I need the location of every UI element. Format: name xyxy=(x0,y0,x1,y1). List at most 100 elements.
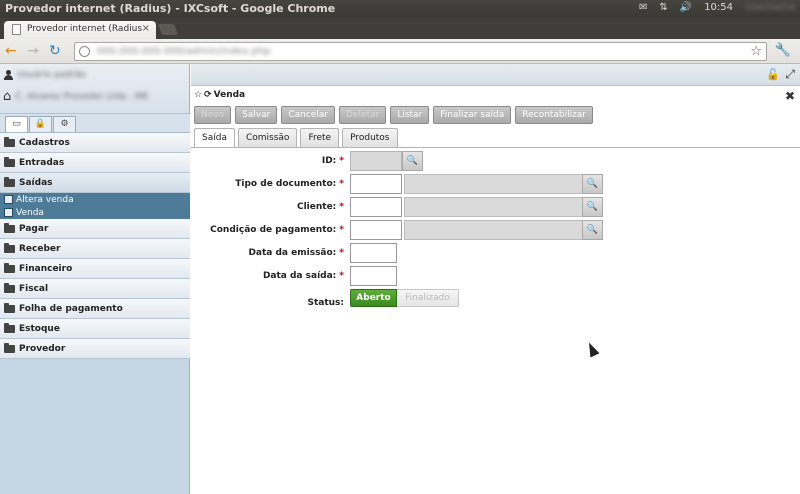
sidebar-item-pagar[interactable]: Pagar xyxy=(0,219,190,239)
tab-frete[interactable]: Frete xyxy=(300,128,340,147)
settings-tab-icon[interactable]: ⚙ xyxy=(53,116,76,132)
system-tray: ✉ ⇅ 🔊 10:54 Username xyxy=(639,2,796,13)
user-name: Usuário padrão xyxy=(17,70,86,80)
deletar-button[interactable]: Deletar xyxy=(339,106,387,124)
sidebar: Usuário padrão ⌂ C. Alvarez Provedor Ltd… xyxy=(0,64,190,494)
user-icon xyxy=(4,70,13,80)
main-top-bar: 🔓 ⤢ xyxy=(191,64,800,86)
back-button[interactable]: ← xyxy=(5,43,17,59)
sidebar-item-provedor[interactable]: Provedor xyxy=(0,339,190,359)
data-emissao-input[interactable] xyxy=(350,243,397,263)
finalizar-saida-button[interactable]: Finalizar saída xyxy=(433,106,512,124)
folder-icon xyxy=(4,136,15,147)
address-bar[interactable]: 000.000.000.000/admin/index.php ☆ xyxy=(74,42,767,61)
wrench-menu-icon[interactable]: 🔧 xyxy=(775,43,791,58)
sidebar-item-cadastros[interactable]: Cadastros xyxy=(0,133,190,153)
sidebar-header: Usuário padrão ⌂ C. Alvarez Provedor Ltd… xyxy=(0,64,189,114)
folder-icon xyxy=(4,156,15,167)
listar-button[interactable]: Listar xyxy=(390,106,430,124)
clock[interactable]: 10:54 xyxy=(704,2,733,13)
tipo-documento-search-icon[interactable]: 🔍 xyxy=(582,174,603,194)
folder-icon xyxy=(4,282,15,293)
tipo-documento-description xyxy=(404,174,582,194)
close-window-icon[interactable]: ✖ xyxy=(785,89,795,103)
cliente-row: Cliente: * 🔍 xyxy=(191,197,800,217)
tab-produtos[interactable]: Produtos xyxy=(342,128,398,147)
saidas-submenu: Altera venda Venda xyxy=(0,193,190,219)
refresh-icon[interactable]: ⟳ xyxy=(204,90,212,100)
data-emissao-row: Data da emissão: * xyxy=(191,243,800,263)
unlock-icon[interactable]: 🔓 xyxy=(766,68,780,81)
recontabilizar-button[interactable]: Recontabilizar xyxy=(515,106,594,124)
page-icon xyxy=(12,24,21,35)
home-icon[interactable]: ⌂ xyxy=(3,89,11,104)
form-title: Venda xyxy=(213,90,246,100)
status-row: Status: Aberto Finalizado xyxy=(191,289,800,309)
folder-icon xyxy=(4,342,15,353)
sidebar-tabs: ▭ 🔒 ⚙ xyxy=(0,114,190,133)
sidebar-item-folha-de-pagamento[interactable]: Folha de pagamento xyxy=(0,299,190,319)
id-search-icon[interactable]: 🔍 xyxy=(402,151,423,171)
status-label: Status: xyxy=(307,298,344,308)
bookmark-star-icon[interactable]: ☆ xyxy=(750,44,762,59)
sidebar-item-entradas[interactable]: Entradas xyxy=(0,153,190,173)
status-finalizado-button[interactable]: Finalizado xyxy=(397,289,459,307)
browser-toolbar: ← → ↻ 000.000.000.000/admin/index.php ☆ … xyxy=(0,39,800,64)
browser-tab[interactable]: Provedor internet (Radius × xyxy=(4,21,156,39)
tipo-documento-row: Tipo de documento: * 🔍 xyxy=(191,174,800,194)
data-saida-input[interactable] xyxy=(350,266,397,286)
tipo-documento-label: Tipo de documento: * xyxy=(235,179,344,189)
site-info-icon[interactable] xyxy=(79,46,90,57)
lock-tab-icon[interactable]: 🔒 xyxy=(29,116,52,132)
tabs-divider xyxy=(191,147,800,148)
id-row: ID: * 🔍 xyxy=(191,151,800,171)
data-saida-label: Data da saída: * xyxy=(262,271,344,281)
condicao-pagamento-search-icon[interactable]: 🔍 xyxy=(582,220,603,240)
status-aberto-button[interactable]: Aberto xyxy=(350,289,397,307)
company-row[interactable]: ⌂ C. Alvarez Provedor Ltda - ME xyxy=(3,89,149,104)
network-icon[interactable]: ⇅ xyxy=(659,2,667,13)
url-text[interactable]: 000.000.000.000/admin/index.php xyxy=(97,46,271,57)
cliente-label: Cliente: * xyxy=(296,202,344,212)
sidebar-item-saidas[interactable]: Saídas xyxy=(0,173,190,193)
user-row: Usuário padrão xyxy=(4,70,86,80)
submenu-item-altera-venda[interactable]: Altera venda xyxy=(0,193,190,206)
form-window-title: ☆ ⟳ Venda xyxy=(194,90,245,100)
sidebar-item-estoque[interactable]: Estoque xyxy=(0,319,190,339)
tipo-documento-input[interactable] xyxy=(350,174,402,194)
sidebar-item-receber[interactable]: Receber xyxy=(0,239,190,259)
new-tab-button[interactable] xyxy=(157,24,179,35)
folder-icon xyxy=(4,302,15,313)
submenu-item-venda[interactable]: Venda xyxy=(0,206,190,219)
folder-icon xyxy=(4,322,15,333)
favorite-star-icon[interactable]: ☆ xyxy=(194,90,202,100)
folder-icon xyxy=(4,262,15,273)
mail-icon[interactable]: ✉ xyxy=(639,2,647,13)
reload-button[interactable]: ↻ xyxy=(49,43,61,59)
cliente-search-icon[interactable]: 🔍 xyxy=(582,197,603,217)
novo-button[interactable]: Novo xyxy=(194,106,232,124)
condicao-pagamento-row: Condição de pagamento: * 🔍 xyxy=(191,220,800,240)
forward-button[interactable]: → xyxy=(27,43,39,59)
tab-comissao[interactable]: Comissão xyxy=(237,128,298,147)
volume-icon[interactable]: 🔊 xyxy=(680,2,692,13)
cliente-input[interactable] xyxy=(350,197,402,217)
sidebar-item-financeiro[interactable]: Financeiro xyxy=(0,259,190,279)
tab-close-icon[interactable]: × xyxy=(142,23,150,34)
sidebar-item-fiscal[interactable]: Fiscal xyxy=(0,279,190,299)
salvar-button[interactable]: Salvar xyxy=(235,106,278,124)
id-field[interactable] xyxy=(350,151,402,171)
document-icon xyxy=(4,195,13,204)
folder-icon xyxy=(4,242,15,253)
cancelar-button[interactable]: Cancelar xyxy=(281,106,336,124)
user-indicator[interactable]: Username xyxy=(745,2,796,13)
condicao-pagamento-description xyxy=(404,220,582,240)
maximize-icon[interactable]: ⤢ xyxy=(785,67,795,82)
folder-icon xyxy=(4,222,15,233)
tab-saida[interactable]: Saída xyxy=(194,128,235,148)
condicao-pagamento-input[interactable] xyxy=(350,220,402,240)
window-tab-icon[interactable]: ▭ xyxy=(5,116,28,132)
form-tabs: Saída Comissão Frete Produtos xyxy=(194,128,398,148)
os-top-bar: Provedor internet (Radius) - IXCsoft - G… xyxy=(0,0,800,18)
data-emissao-label: Data da emissão: * xyxy=(248,248,344,258)
